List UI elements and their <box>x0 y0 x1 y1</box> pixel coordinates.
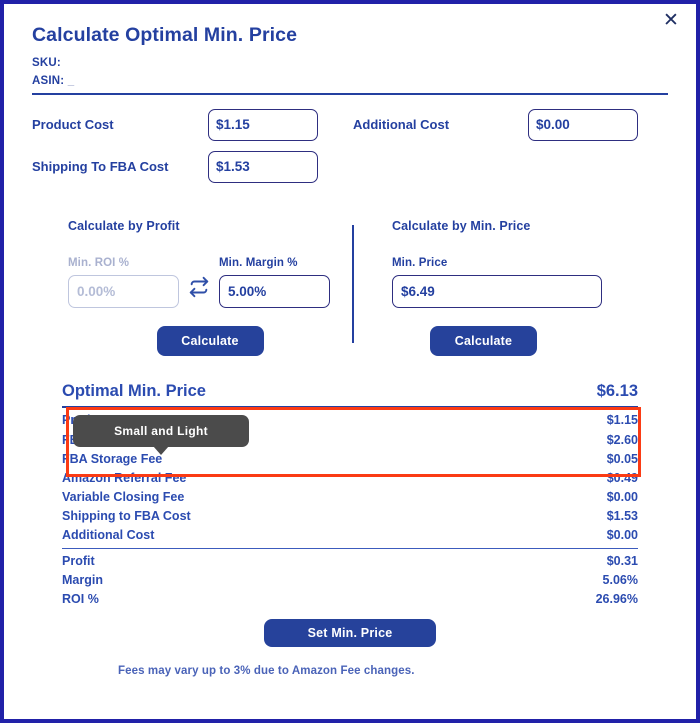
close-icon[interactable]: ✕ <box>660 10 682 32</box>
calculate-by-profit-panel: Calculate by Profit Min. ROI % Min. Marg… <box>32 219 352 356</box>
calculate-by-min-price-button[interactable]: Calculate <box>430 325 537 356</box>
optimal-min-price-row: Optimal Min. Price $6.13 <box>32 380 668 404</box>
product-cost-input[interactable] <box>208 108 318 141</box>
row-value: 26.96% <box>595 592 638 607</box>
results-divider-top <box>62 406 638 408</box>
calculate-by-profit-heading: Calculate by Profit <box>68 218 180 233</box>
cost-inputs-section: Product Cost Additional Cost Shipping To… <box>4 95 696 183</box>
tooltip-text: Small and Light <box>114 424 208 438</box>
table-row: ROI % 26.96% <box>32 590 668 609</box>
profit-inputs-row: Min. ROI % Min. Margin % <box>68 257 352 308</box>
min-roi-label: Min. ROI % <box>68 256 130 269</box>
table-row: Profit $0.31 <box>32 552 668 571</box>
result-product-cost-value: $1.15 <box>606 413 638 428</box>
row-value: $0.31 <box>606 554 638 569</box>
optimal-min-price-label: Optimal Min. Price <box>62 382 206 400</box>
row-label: Variable Closing Fee <box>62 490 185 505</box>
table-row: FBA Storage Fee $0.05 <box>32 450 668 469</box>
calculate-min-price-modal: ✕ Calculate Optimal Min. Price SKU: ASIN… <box>0 0 700 723</box>
table-row: Additional Cost $0.00 <box>32 526 668 545</box>
table-row: Variable Closing Fee $0.00 <box>32 488 668 507</box>
shipping-fba-cost-row: Shipping To FBA Cost <box>32 150 668 183</box>
row-label: Profit <box>62 554 95 569</box>
asin-value: _ <box>67 75 75 87</box>
summary-rows-list: Profit $0.31 Margin 5.06% ROI % 26.96% <box>32 552 668 609</box>
min-margin-group: Min. Margin % <box>219 257 330 308</box>
tooltip-arrow-icon <box>153 446 169 455</box>
additional-cost-label: Additional Cost <box>353 117 450 132</box>
results-section: Optimal Min. Price $6.13 Product Cost $1… <box>4 356 696 677</box>
optimal-min-price-value: $6.13 <box>596 382 638 400</box>
result-fba-fee-value: $2.60 <box>606 432 638 447</box>
calculate-by-profit-button[interactable]: Calculate <box>156 325 264 356</box>
row-label: Additional Cost <box>62 528 155 543</box>
calculate-by-min-price-heading: Calculate by Min. Price <box>392 218 531 233</box>
table-row: Amazon Referral Fee $0.49 <box>32 469 668 488</box>
asin-line: ASIN: _ <box>32 75 668 87</box>
fees-disclaimer: Fees may vary up to 3% due to Amazon Fee… <box>118 664 415 677</box>
row-value: $0.00 <box>606 490 638 505</box>
calculate-by-min-price-panel: Calculate by Min. Price Min. Price Calcu… <box>354 219 668 356</box>
min-margin-label: Min. Margin % <box>219 256 298 269</box>
page-title: Calculate Optimal Min. Price <box>32 24 298 46</box>
additional-cost-input[interactable] <box>528 108 638 141</box>
row-label: Shipping to FBA Cost <box>62 509 191 524</box>
row-label: ROI % <box>62 592 99 607</box>
asin-label: ASIN: <box>32 75 65 87</box>
min-roi-group: Min. ROI % <box>68 257 179 308</box>
min-roi-input[interactable] <box>68 274 179 308</box>
min-price-label: Min. Price <box>392 256 448 269</box>
table-row: Shipping to FBA Cost $1.53 <box>32 507 668 526</box>
results-divider-summary <box>62 547 638 549</box>
fee-rows-list: FBA Storage Fee $0.05 Amazon Referral Fee $… <box>32 450 668 545</box>
row-label: Amazon Referral Fee <box>62 471 187 486</box>
min-margin-input[interactable] <box>219 274 330 308</box>
product-cost-label: Product Cost <box>32 117 114 132</box>
row-value: $0.00 <box>606 528 638 543</box>
calculators-section: Calculate by Profit Min. ROI % Min. Marg… <box>4 193 696 356</box>
row-label: FBA Storage Fee <box>62 452 163 467</box>
row-value: 5.06% <box>602 573 638 588</box>
row-value: $0.05 <box>606 452 638 467</box>
min-price-group: Min. Price <box>392 257 668 308</box>
shipping-fba-cost-input[interactable] <box>208 150 318 183</box>
table-row: Margin 5.06% <box>32 571 668 590</box>
product-cost-row: Product Cost Additional Cost <box>32 108 668 141</box>
row-label: Margin <box>62 573 103 588</box>
min-price-input[interactable] <box>392 274 602 308</box>
modal-header: Calculate Optimal Min. Price SKU: ASIN: … <box>4 4 696 87</box>
shipping-fba-cost-label: Shipping To FBA Cost <box>32 159 169 174</box>
small-and-light-tooltip: Small and Light <box>73 415 249 455</box>
swap-icon[interactable] <box>188 276 210 303</box>
row-value: $0.49 <box>606 471 638 486</box>
sku-line: SKU: <box>32 57 668 69</box>
sku-label: SKU: <box>32 57 61 69</box>
set-min-price-button[interactable]: Set Min. Price <box>264 618 436 647</box>
row-value: $1.53 <box>606 509 638 524</box>
